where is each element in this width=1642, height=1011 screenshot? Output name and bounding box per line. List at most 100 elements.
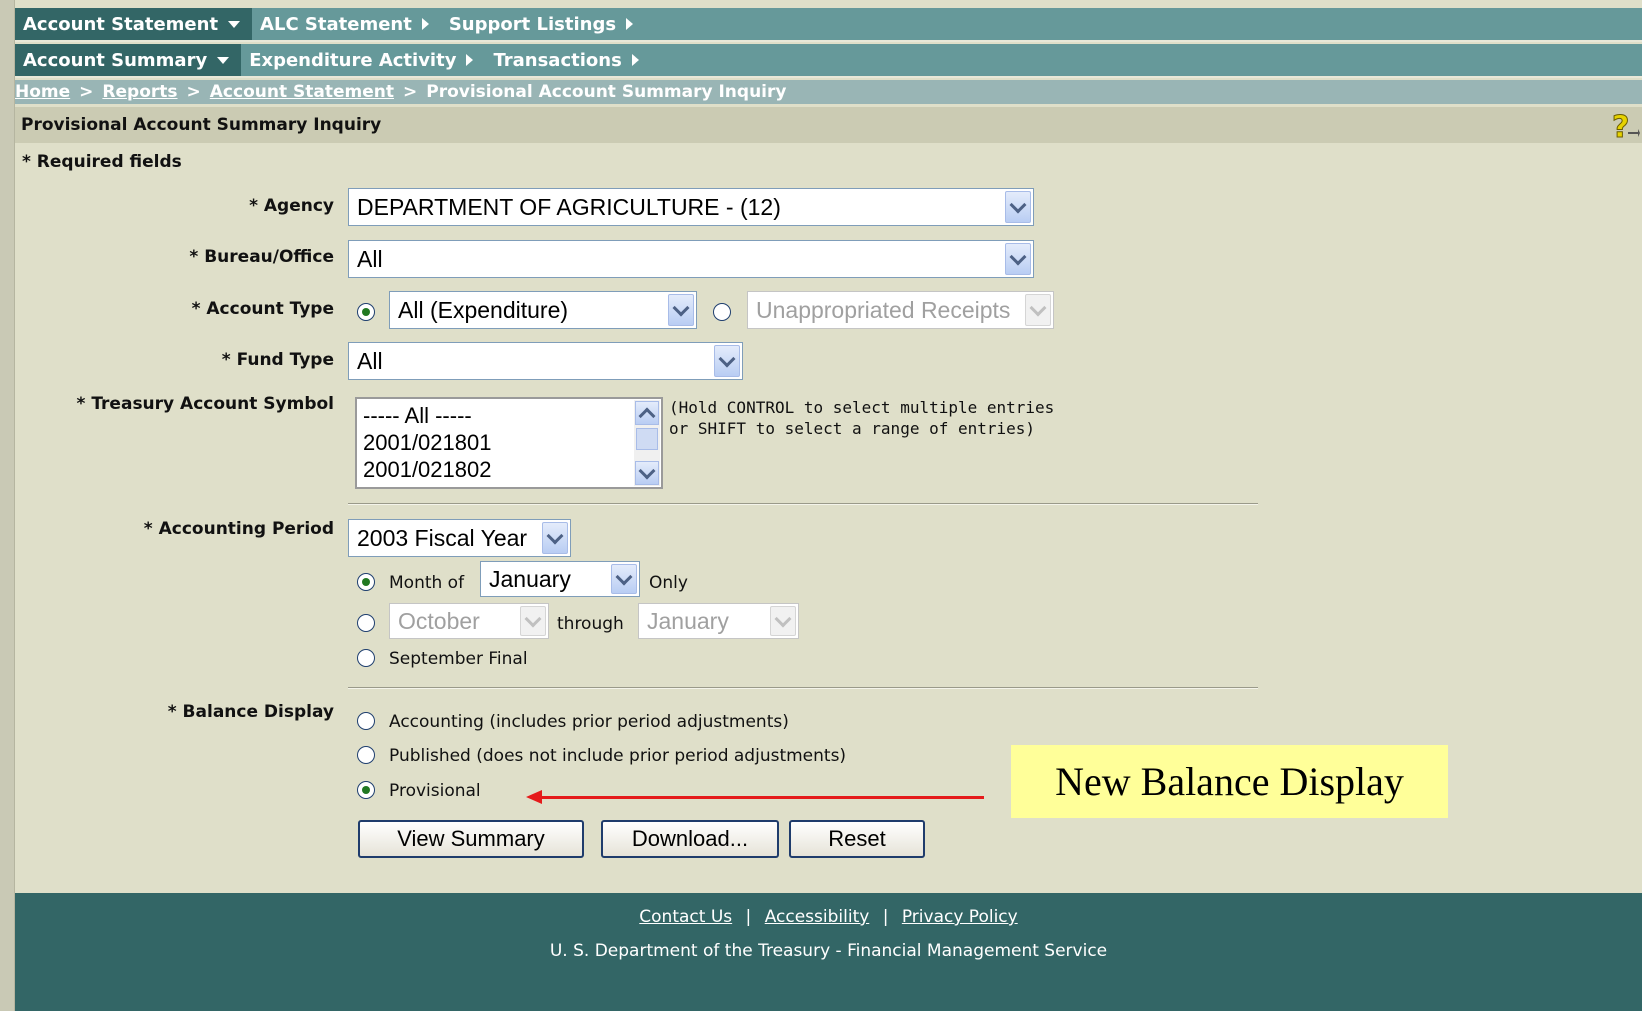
account-type-receipts-select: Unappropriated Receipts xyxy=(747,291,1054,329)
required-fields-note: * Required fields xyxy=(22,152,182,172)
list-item[interactable]: ----- All ----- xyxy=(363,403,472,429)
breadcrumb-current: Provisional Account Summary Inquiry xyxy=(426,82,787,102)
chevron-down-icon[interactable] xyxy=(714,345,740,377)
footer-org: U. S. Department of the Treasury - Finan… xyxy=(549,941,1108,961)
fund-type-label: * Fund Type xyxy=(221,350,334,370)
caret-right-icon xyxy=(466,54,474,66)
section-divider xyxy=(348,503,1258,505)
tas-label: * Treasury Account Symbol xyxy=(76,394,334,414)
agency-select[interactable]: DEPARTMENT OF AGRICULTURE - (12) xyxy=(348,188,1034,226)
bureau-select[interactable]: All xyxy=(348,240,1034,278)
breadcrumb-reports-link[interactable]: Reports xyxy=(102,82,177,102)
breadcrumb-separator: > xyxy=(186,82,201,102)
secondary-menu: Account Summary Expenditure Activity Tra… xyxy=(15,44,1642,78)
callout-note: New Balance Display xyxy=(1011,745,1448,818)
month-select-value: January xyxy=(489,565,571,592)
through-label: through xyxy=(557,614,624,634)
account-type-receipts-radio[interactable] xyxy=(713,303,731,321)
balance-provisional-label: Provisional xyxy=(389,781,481,801)
scroll-thumb[interactable] xyxy=(636,428,658,450)
chevron-down-icon xyxy=(770,606,796,636)
chevron-down-icon[interactable] xyxy=(1005,191,1031,223)
month-of-radio[interactable] xyxy=(357,573,375,591)
caret-right-icon xyxy=(626,18,634,30)
svg-text:?: ? xyxy=(1612,110,1629,142)
fund-type-select-value: All xyxy=(357,347,383,374)
caret-right-icon xyxy=(631,54,639,66)
menu-label: Expenditure Activity xyxy=(249,49,457,71)
chevron-down-icon[interactable] xyxy=(542,522,568,554)
breadcrumb-separator: > xyxy=(79,82,94,102)
agency-label: * Agency xyxy=(249,196,334,216)
breadcrumb-separator: > xyxy=(402,82,418,102)
menu-account-summary[interactable]: Account Summary xyxy=(15,44,242,76)
accounting-period-label: * Accounting Period xyxy=(143,519,334,539)
view-summary-button[interactable]: View Summary xyxy=(358,820,584,858)
window-left-edge xyxy=(0,0,15,1011)
menu-expenditure-activity[interactable]: Expenditure Activity xyxy=(241,44,485,76)
tas-listbox[interactable]: ----- All ----- 2001/021801 2001/021802 xyxy=(355,397,663,489)
list-item[interactable]: 2001/021802 xyxy=(363,457,491,483)
account-type-label: * Account Type xyxy=(191,299,334,319)
page-title: Provisional Account Summary Inquiry xyxy=(15,107,1642,143)
menu-label: ALC Statement xyxy=(260,13,412,35)
range-from-value: October xyxy=(398,607,480,634)
month-select[interactable]: January xyxy=(480,561,640,597)
breadcrumb-account-statement-link[interactable]: Account Statement xyxy=(210,82,394,102)
tas-hint: (Hold CONTROL to select multiple entries… xyxy=(669,397,1054,439)
page-frame xyxy=(0,0,1642,1011)
tas-scrollbar[interactable] xyxy=(634,400,660,486)
month-of-label: Month of xyxy=(389,573,465,593)
help-question-icon[interactable]: ? xyxy=(1610,110,1640,142)
tas-hint-line2: or SHIFT to select a range of entries) xyxy=(669,419,1036,438)
account-type-expenditure-radio[interactable] xyxy=(357,303,375,321)
september-final-label: September Final xyxy=(389,649,528,669)
account-type-expenditure-value: All (Expenditure) xyxy=(398,296,569,323)
menu-support-listings[interactable]: Support Listings xyxy=(441,8,645,40)
caret-down-icon xyxy=(217,56,230,64)
chevron-down-icon[interactable] xyxy=(668,294,694,326)
balance-accounting-radio[interactable] xyxy=(357,712,375,730)
contact-us-link[interactable]: Contact Us xyxy=(639,907,732,927)
privacy-policy-link[interactable]: Privacy Policy xyxy=(902,907,1018,927)
range-to-select: January xyxy=(638,603,799,639)
account-type-receipts-value: Unappropriated Receipts xyxy=(756,296,1011,323)
menu-transactions[interactable]: Transactions xyxy=(485,44,650,76)
september-final-radio[interactable] xyxy=(357,649,375,667)
callout-arrow-head xyxy=(526,790,542,804)
range-from-select: October xyxy=(389,603,549,639)
list-item[interactable]: 2001/021801 xyxy=(363,430,491,456)
section-divider xyxy=(348,687,1258,689)
menu-label: Account Summary xyxy=(23,49,208,71)
balance-published-radio[interactable] xyxy=(357,746,375,764)
fund-type-select[interactable]: All xyxy=(348,342,743,380)
accessibility-link[interactable]: Accessibility xyxy=(765,907,870,927)
chevron-down-icon[interactable] xyxy=(1005,243,1031,275)
balance-display-label: * Balance Display xyxy=(167,702,334,722)
scroll-up-icon[interactable] xyxy=(635,401,659,425)
caret-down-icon xyxy=(228,20,241,28)
caret-right-icon xyxy=(421,18,429,30)
footer-separator: | xyxy=(745,907,752,927)
fiscal-year-select[interactable]: 2003 Fiscal Year xyxy=(348,519,571,557)
balance-provisional-radio[interactable] xyxy=(357,781,375,799)
breadcrumb: Home > Reports > Account Statement > Pro… xyxy=(15,80,1642,104)
menu-account-statement[interactable]: Account Statement xyxy=(15,8,253,40)
footer-separator: | xyxy=(882,907,889,927)
reset-button[interactable]: Reset xyxy=(789,820,925,858)
chevron-down-icon xyxy=(520,606,546,636)
agency-select-value: DEPARTMENT OF AGRICULTURE - (12) xyxy=(357,193,781,220)
account-type-expenditure-select[interactable]: All (Expenditure) xyxy=(389,291,697,329)
only-label: Only xyxy=(649,573,688,593)
balance-accounting-label: Accounting (includes prior period adjust… xyxy=(389,712,789,732)
menu-alc-statement[interactable]: ALC Statement xyxy=(252,8,441,40)
scroll-down-icon[interactable] xyxy=(635,461,659,485)
chevron-down-icon[interactable] xyxy=(611,564,637,594)
footer-links: Contact Us | Accessibility | Privacy Pol… xyxy=(15,907,1642,927)
menu-label: Account Statement xyxy=(23,13,219,35)
download-button[interactable]: Download... xyxy=(601,820,779,858)
menu-label: Transactions xyxy=(493,49,622,71)
breadcrumb-home-link[interactable]: Home xyxy=(15,82,70,102)
primary-menu: Account Statement ALC Statement Support … xyxy=(15,8,1642,42)
month-range-radio[interactable] xyxy=(357,614,375,632)
